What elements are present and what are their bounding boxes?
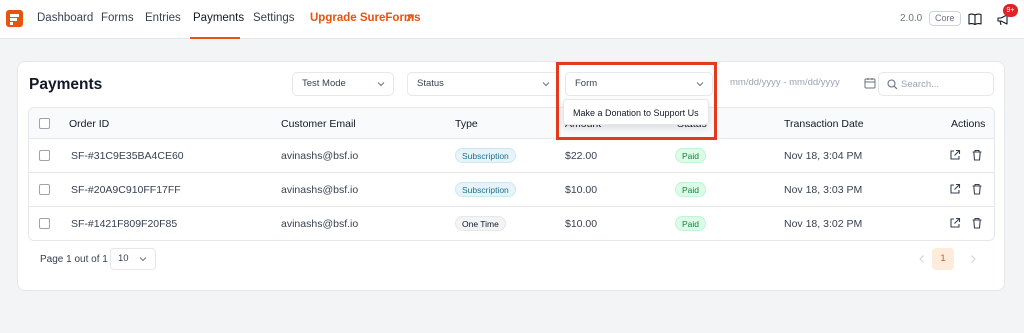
column-header-order-id[interactable]: Order ID [69,118,109,130]
table-row[interactable]: SF-#1421F809F20F85 avinashs@bsf.io One T… [29,207,994,240]
select-all-checkbox[interactable] [39,118,50,129]
external-link-icon[interactable] [949,217,961,229]
order-id[interactable]: SF-#20A9C910FF17FF [71,184,181,196]
payments-card: Payments Test Mode Status Form mm/dd/yyy… [17,61,1005,291]
amount: $10.00 [565,218,598,230]
notification-badge: 9+ [1003,4,1018,17]
row-checkbox[interactable] [39,218,50,229]
type-badge: One Time [455,216,506,231]
page-title: Payments [29,76,103,93]
row-checkbox[interactable] [39,150,50,161]
transaction-date: Nov 18, 3:02 PM [784,218,863,230]
trash-icon[interactable] [971,149,983,161]
customer-email: avinashs@bsf.io [281,218,359,230]
sureforms-logo-icon[interactable] [6,10,23,27]
customer-email: avinashs@bsf.io [281,184,359,196]
nav-payments[interactable]: Payments [193,12,244,24]
active-tab-indicator [190,37,240,39]
status-badge: Paid [675,182,707,197]
chevron-left-icon[interactable] [917,254,927,264]
per-page-select[interactable]: 10 [110,248,156,270]
nav-forms[interactable]: Forms [101,12,134,24]
external-link-icon[interactable] [949,149,961,161]
date-range-placeholder: mm/dd/yyyy - mm/dd/yyyy [730,77,840,88]
chevron-right-icon[interactable] [968,254,978,264]
payments-table: Order ID Customer Email Type Amount Stat… [28,107,995,241]
order-id[interactable]: SF-#31C9E35BA4CE60 [71,150,184,162]
table-row[interactable]: SF-#31C9E35BA4CE60 avinashs@bsf.io Subsc… [29,139,994,173]
type-badge: Subscription [455,148,516,163]
upgrade-link[interactable]: Upgrade SureForms [310,12,421,24]
status-badge: Paid [675,148,707,163]
page-button-current[interactable]: 1 [932,248,954,270]
transaction-date: Nov 18, 3:03 PM [784,184,863,196]
version-label: 2.0.0 [900,13,923,24]
plan-badge: Core [929,11,961,26]
chevron-down-icon [377,82,385,87]
search-icon [887,79,898,90]
nav-entries[interactable]: Entries [145,12,181,24]
search-box[interactable] [878,72,994,96]
table-header: Order ID Customer Email Type Amount Stat… [29,108,994,139]
mode-select-value: Test Mode [302,78,346,89]
mode-select[interactable]: Test Mode [292,72,394,96]
column-header-actions: Actions [951,118,986,130]
per-page-value: 10 [118,253,129,264]
nav-dashboard[interactable]: Dashboard [37,12,93,24]
column-header-transaction-date[interactable]: Transaction Date [784,118,864,130]
status-badge: Paid [675,216,707,231]
transaction-date: Nov 18, 3:04 PM [784,150,863,162]
date-range-picker[interactable]: mm/dd/yyyy - mm/dd/yyyy [722,72,882,96]
type-badge: Subscription [455,182,516,197]
column-header-customer-email[interactable]: Customer Email [281,118,356,130]
search-input[interactable] [901,76,989,92]
pagination-summary: Page 1 out of 1 [40,254,108,265]
highlight-annotation [556,62,717,140]
amount: $10.00 [565,184,598,196]
trash-icon[interactable] [971,217,983,229]
amount: $22.00 [565,150,598,162]
arrow-up-right-icon[interactable] [405,13,415,23]
calendar-icon[interactable] [864,77,876,89]
status-select[interactable]: Status [407,72,559,96]
external-link-icon[interactable] [949,183,961,195]
customer-email: avinashs@bsf.io [281,150,359,162]
column-header-type[interactable]: Type [455,118,478,130]
trash-icon[interactable] [971,183,983,195]
chevron-down-icon [542,82,550,87]
nav-settings[interactable]: Settings [253,12,295,24]
row-checkbox[interactable] [39,184,50,195]
top-navigation: Dashboard Forms Entries Payments Setting… [0,0,1024,39]
chevron-down-icon [139,257,147,262]
book-icon[interactable] [968,12,982,26]
order-id[interactable]: SF-#1421F809F20F85 [71,218,177,230]
table-row[interactable]: SF-#20A9C910FF17FF avinashs@bsf.io Subsc… [29,173,994,207]
status-select-value: Status [417,78,444,89]
